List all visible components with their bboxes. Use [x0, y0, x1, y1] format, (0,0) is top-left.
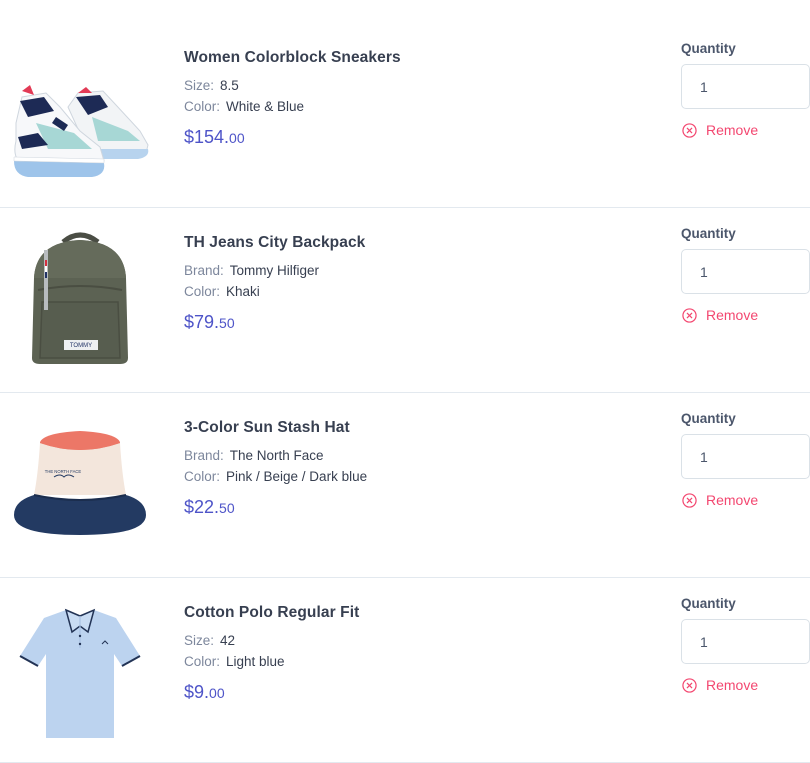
close-circle-icon: [682, 492, 697, 508]
quantity-label: Quantity: [681, 411, 736, 426]
logo-text: THE NORTH FACE: [45, 469, 82, 474]
product-attr-size: Size: 8.5: [184, 78, 239, 93]
quantity-control: Quantity Remove: [681, 41, 810, 138]
bucket-hat-icon: THE NORTH FACE: [14, 431, 146, 535]
remove-button[interactable]: Remove: [682, 492, 810, 508]
item-info: TH Jeans City Backpack Brand: Tommy Hilfi…: [184, 234, 365, 333]
item-info: Women Colorblock Sneakers Size: 8.5 Color…: [184, 49, 401, 148]
cart-item: THE NORTH FACE 3-Color Sun Stash Hat Bra…: [0, 393, 810, 578]
product-name[interactable]: Women Colorblock Sneakers: [184, 49, 401, 67]
remove-button[interactable]: Remove: [682, 307, 810, 323]
product-image-sneakers[interactable]: [8, 45, 158, 190]
item-info: Cotton Polo Regular Fit Size: 42 Color: Li…: [184, 604, 359, 703]
product-attr-color: Color: Pink / Beige / Dark blue: [184, 469, 368, 484]
cart-item: Women Colorblock Sneakers Size: 8.5 Color…: [0, 23, 810, 208]
backpack-icon: TOMMY: [32, 232, 128, 364]
logo-text: TOMMY: [70, 343, 92, 349]
quantity-control: Quantity Remove: [681, 226, 810, 323]
product-name[interactable]: Cotton Polo Regular Fit: [184, 604, 359, 622]
cart-item: TOMMY TH Jeans City Backpack Brand: Tommy…: [0, 208, 810, 393]
close-circle-icon: [682, 307, 697, 323]
product-price: $9.00: [184, 682, 225, 702]
product-image-backpack[interactable]: TOMMY: [8, 230, 158, 375]
product-image-polo[interactable]: [8, 600, 158, 745]
product-name[interactable]: 3-Color Sun Stash Hat: [184, 419, 367, 437]
product-image-hat[interactable]: THE NORTH FACE: [8, 415, 158, 560]
remove-label: Remove: [706, 307, 759, 323]
quantity-input[interactable]: [681, 64, 810, 109]
cart-item: Cotton Polo Regular Fit Size: 42 Color: Li…: [0, 578, 810, 763]
quantity-input[interactable]: [681, 434, 810, 479]
sneaker-icon: [13, 85, 149, 177]
remove-button[interactable]: Remove: [682, 677, 810, 693]
product-price: $22.50: [184, 497, 235, 517]
quantity-label: Quantity: [681, 41, 736, 56]
product-price: $154.00: [184, 127, 245, 147]
product-attr-color: Color: Khaki: [184, 284, 260, 299]
quantity-label: Quantity: [681, 226, 736, 241]
item-info: 3-Color Sun Stash Hat Brand: The North Fa…: [184, 419, 367, 518]
product-attr-brand: Brand: Tommy Hilfiger: [184, 263, 320, 278]
product-attr-size: Size: 42: [184, 633, 236, 648]
quantity-input[interactable]: [681, 249, 810, 294]
polo-shirt-icon: [19, 608, 141, 738]
product-attr-color: Color: White & Blue: [184, 99, 305, 114]
quantity-control: Quantity Remove: [681, 411, 810, 508]
product-attr-brand: Brand: The North Face: [184, 448, 324, 463]
remove-label: Remove: [706, 677, 759, 693]
remove-button[interactable]: Remove: [682, 122, 810, 138]
quantity-label: Quantity: [681, 596, 736, 611]
remove-label: Remove: [706, 122, 759, 138]
close-circle-icon: [682, 122, 697, 138]
product-price: $79.50: [184, 312, 235, 332]
product-attr-color: Color: Light blue: [184, 654, 285, 669]
quantity-control: Quantity Remove: [681, 596, 810, 693]
product-name[interactable]: TH Jeans City Backpack: [184, 234, 365, 252]
quantity-input[interactable]: [681, 619, 810, 664]
remove-label: Remove: [706, 492, 759, 508]
close-circle-icon: [682, 677, 697, 693]
